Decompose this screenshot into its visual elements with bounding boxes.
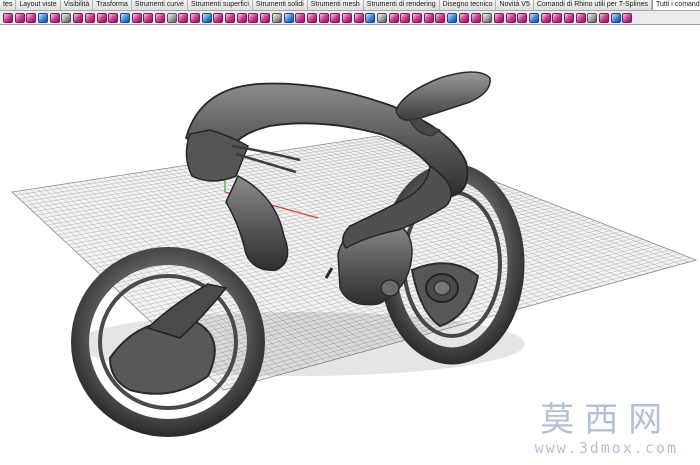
trim-icon[interactable]	[318, 12, 329, 23]
tab-tutti-i-comandi[interactable]: Tutti i comandi	[652, 0, 700, 10]
layer-icon[interactable]	[260, 12, 271, 23]
analyze-icon[interactable]	[178, 12, 189, 23]
chamfer-icon[interactable]	[143, 12, 154, 23]
group-icon[interactable]	[271, 12, 282, 23]
section-icon[interactable]	[622, 12, 633, 23]
undo-icon[interactable]	[505, 12, 516, 23]
split-icon[interactable]	[330, 12, 341, 23]
mesh-icon[interactable]	[154, 12, 165, 23]
tsplines-icon[interactable]	[552, 12, 563, 23]
tab-novit-v5[interactable]: Novità V5	[496, 0, 534, 10]
move-icon[interactable]	[400, 12, 411, 23]
join-icon[interactable]	[295, 12, 306, 23]
tab-comandi-di-rhino-utili-per-t-splines[interactable]: Comandi di Rhino utili per T-Splines	[534, 0, 652, 10]
tab-strumenti-solidi[interactable]: Strumenti solidi	[253, 0, 308, 10]
watermark: 莫西网 www.3dmox.com	[535, 401, 678, 457]
revolve-icon[interactable]	[96, 12, 107, 23]
loft-icon[interactable]	[73, 12, 84, 23]
options-icon[interactable]	[575, 12, 586, 23]
osnap-icon[interactable]	[482, 12, 493, 23]
offset-icon[interactable]	[341, 12, 352, 23]
watermark-url: www.3dmox.com	[534, 439, 678, 457]
fillet-icon[interactable]	[131, 12, 142, 23]
engine-cap	[380, 279, 400, 297]
vray-icon[interactable]	[564, 12, 574, 23]
command-toolbar	[0, 11, 700, 25]
boolean-union-icon[interactable]	[108, 12, 119, 23]
array-icon[interactable]	[365, 12, 376, 23]
explode-icon[interactable]	[306, 12, 317, 23]
ungroup-icon[interactable]	[283, 12, 294, 23]
properties-icon[interactable]	[528, 12, 539, 23]
perspective-viewport[interactable]: 莫西网 www.3dmox.com	[0, 26, 700, 465]
polyline-icon[interactable]	[14, 12, 25, 23]
copy-icon[interactable]	[412, 12, 423, 23]
watermark-title: 莫西网	[540, 400, 673, 440]
scale-icon[interactable]	[377, 12, 387, 23]
sphere-icon[interactable]	[49, 12, 60, 23]
material-icon[interactable]	[225, 12, 236, 23]
render-icon[interactable]	[213, 12, 224, 23]
surface-icon[interactable]	[26, 12, 37, 23]
zebra-icon[interactable]	[201, 12, 212, 23]
snap-icon[interactable]	[435, 12, 446, 23]
extrude-icon[interactable]	[61, 12, 72, 23]
seat-pad	[395, 71, 491, 122]
rotate-icon[interactable]	[388, 12, 399, 23]
curvature-icon[interactable]	[190, 12, 200, 23]
grid-icon[interactable]	[447, 12, 458, 23]
tab-tes[interactable]: tes	[0, 0, 17, 10]
ortho-icon[interactable]	[458, 12, 469, 23]
tab-strumenti-mesh[interactable]: Strumenti mesh	[308, 0, 364, 10]
hatch-icon[interactable]	[610, 12, 621, 23]
dimension-icon[interactable]	[587, 12, 598, 23]
history-icon[interactable]	[493, 12, 504, 23]
tab-trasforma[interactable]: Trasforma	[93, 0, 132, 10]
mirror-icon[interactable]	[353, 12, 364, 23]
box-icon[interactable]	[38, 12, 49, 23]
point-icon[interactable]	[166, 12, 177, 23]
planar-icon[interactable]	[470, 12, 481, 23]
turbine-fan-icon	[433, 280, 451, 296]
tab-disegno-tecnico[interactable]: Disegno tecnico	[440, 0, 497, 10]
camera-icon[interactable]	[248, 12, 259, 23]
tab-layout-viste[interactable]: Layout viste	[16, 0, 61, 10]
tab-strumenti-superfici[interactable]: Strumenti superfici	[188, 0, 253, 10]
text-icon[interactable]	[599, 12, 610, 23]
tab-visibilit[interactable]: Visibilità	[61, 0, 94, 10]
curve-tool-icon[interactable]	[3, 12, 13, 23]
align-icon[interactable]	[423, 12, 434, 23]
redo-icon[interactable]	[517, 12, 528, 23]
command-tab-bar: tes Layout viste Visibilità Trasforma Strume…	[0, 0, 700, 11]
tab-strumenti-curve[interactable]: Strumenti curve	[132, 0, 188, 10]
tab-strumenti-di-rendering[interactable]: Strumenti di rendering	[364, 0, 440, 10]
boolean-diff-icon[interactable]	[119, 12, 130, 23]
sweep-icon[interactable]	[84, 12, 95, 23]
help-icon[interactable]	[540, 12, 551, 23]
light-icon[interactable]	[236, 12, 247, 23]
